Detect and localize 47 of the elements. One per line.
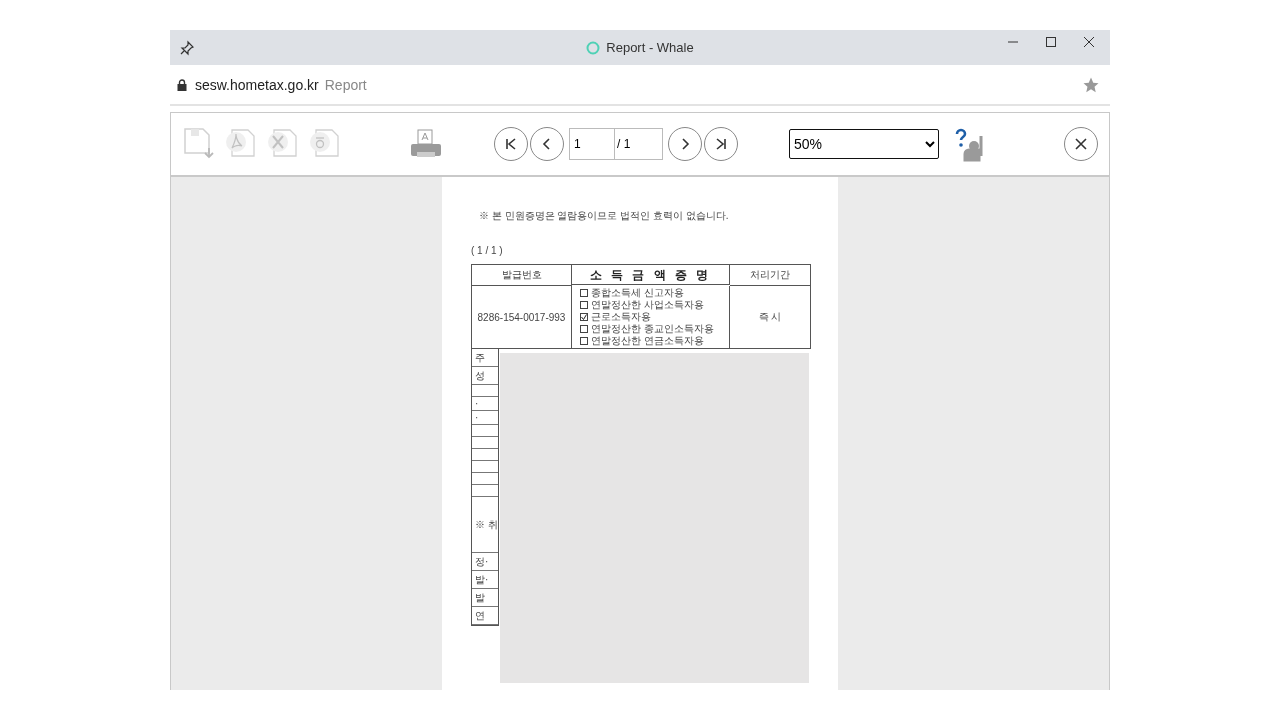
page-total: / 1 bbox=[615, 128, 663, 160]
table-cell: 정· bbox=[472, 553, 498, 571]
option-label: 근로소득자용 bbox=[591, 311, 651, 323]
url-host[interactable]: sesw.hometax.go.kr bbox=[195, 76, 319, 93]
checkbox[interactable] bbox=[580, 325, 588, 333]
last-page-button[interactable] bbox=[704, 127, 738, 161]
pdf-icon bbox=[224, 126, 258, 160]
first-page-button[interactable] bbox=[494, 127, 528, 161]
checkbox[interactable] bbox=[580, 289, 588, 297]
table-cell: 발 bbox=[472, 589, 498, 607]
page-number-field[interactable]: 1 bbox=[569, 128, 615, 160]
option-label: 연말정산한 사업소득자용 bbox=[591, 299, 704, 311]
table-cell-text: 즉 시 bbox=[757, 310, 783, 324]
browser-logo-icon bbox=[586, 40, 601, 55]
previous-page-button[interactable] bbox=[530, 127, 564, 161]
option-label: 종합소득세 신고자용 bbox=[591, 287, 684, 299]
document-title: 소 득 금 액 증 명 bbox=[572, 265, 730, 285]
page-counter: ( 1 / 1 ) bbox=[471, 245, 504, 256]
table-cell: 발· bbox=[472, 571, 498, 589]
option-label: 연말정산한 연금소득자용 bbox=[591, 335, 704, 347]
checkbox[interactable] bbox=[580, 301, 588, 309]
close-viewer-button[interactable] bbox=[1064, 127, 1098, 161]
next-page-button[interactable] bbox=[668, 127, 702, 161]
maximize-icon bbox=[1045, 36, 1057, 48]
excel-icon bbox=[266, 126, 300, 160]
table-cell: 주 bbox=[472, 349, 498, 367]
save-icon bbox=[182, 126, 216, 160]
table-cell: 발급번호 bbox=[472, 265, 572, 286]
table-cell: ※ 취 bbox=[472, 497, 498, 553]
lock-icon bbox=[177, 78, 187, 91]
table-cell: · bbox=[472, 411, 498, 425]
checkbox[interactable] bbox=[580, 313, 588, 321]
checkbox[interactable] bbox=[580, 337, 588, 345]
option-label: 연말정산한 종교인소득자용 bbox=[591, 323, 714, 335]
window-title: Report - Whale bbox=[606, 40, 694, 55]
table-cell: · bbox=[472, 397, 498, 411]
zoom-select[interactable]: 50% bbox=[789, 129, 939, 159]
table-cell: 성 bbox=[472, 367, 498, 385]
close-icon bbox=[1073, 136, 1089, 152]
notice-text: ※ 본 민원증명은 열람용이므로 법적인 효력이 없습니다. bbox=[478, 209, 730, 223]
page-title: Report bbox=[324, 76, 367, 93]
minimize-icon bbox=[1008, 41, 1018, 43]
table-cell: 처리기간 bbox=[730, 265, 810, 286]
close-icon bbox=[1083, 36, 1095, 48]
table-cell: 연 bbox=[472, 607, 498, 625]
table-cell: 8286-154-0017-993 bbox=[472, 286, 572, 348]
document-icon bbox=[308, 126, 342, 160]
